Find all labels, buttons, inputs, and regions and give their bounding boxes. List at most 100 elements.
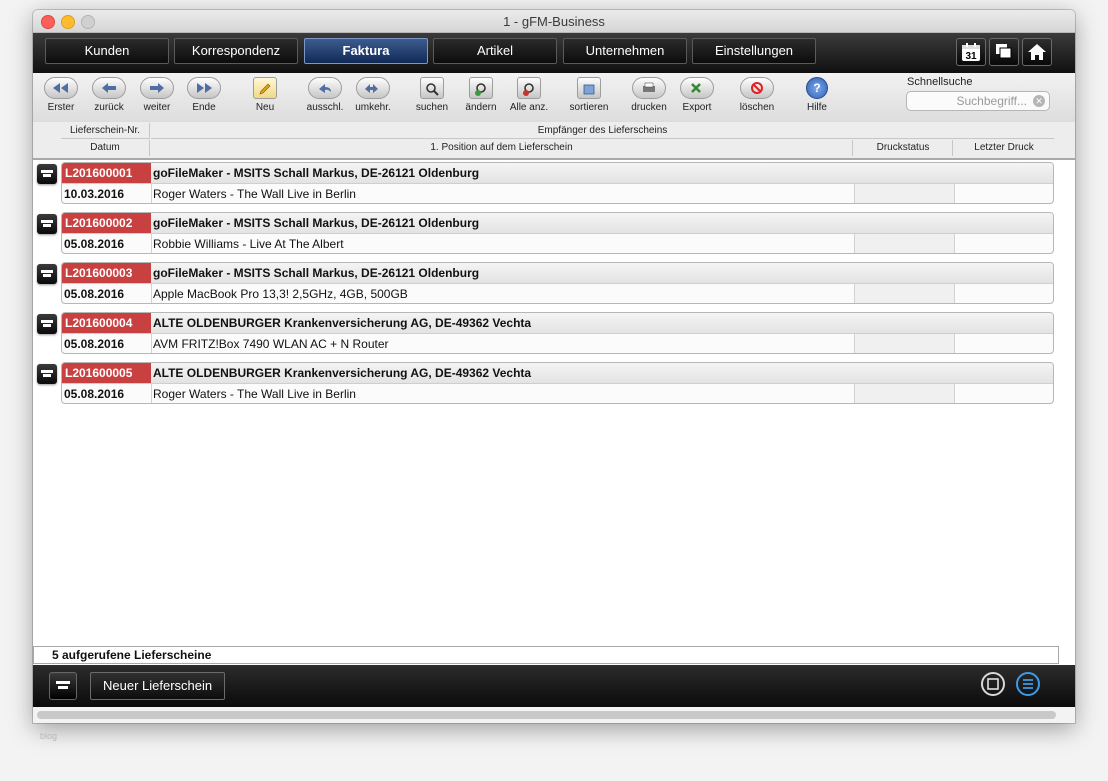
sort-label: sortieren — [569, 102, 609, 113]
menu-icon — [41, 220, 53, 223]
list-item[interactable]: L201600004 ALTE OLDENBURGER Krankenversi… — [33, 312, 1075, 356]
last-button[interactable]: Ende — [176, 77, 232, 113]
print-status-cell — [855, 284, 954, 303]
svg-text:?: ? — [813, 81, 820, 95]
watermark-text: blog — [40, 731, 58, 741]
record-id[interactable]: L201600001 — [62, 163, 151, 183]
export-icon — [680, 77, 714, 99]
tab-kunden[interactable]: Kunden — [45, 38, 169, 64]
record-date: 05.08.2016 — [64, 387, 125, 401]
modify-icon — [469, 77, 493, 99]
record-id[interactable]: L201600003 — [62, 263, 151, 283]
delete-button[interactable]: löschen — [729, 77, 785, 113]
menu-icon — [41, 170, 53, 173]
record-receiver: goFileMaker - MSITS Schall Markus, DE-26… — [153, 266, 480, 280]
window-title: 1 - gFM-Business — [503, 14, 605, 29]
quicksearch-box: ✕ — [906, 91, 1050, 111]
calendar-day: 31 — [965, 51, 977, 62]
sort-icon — [577, 77, 601, 99]
row-menu-button[interactable] — [37, 164, 57, 184]
quicksearch-input[interactable] — [915, 92, 1027, 110]
export-button[interactable]: Export — [669, 77, 725, 113]
record-box: L201600005 ALTE OLDENBURGER Krankenversi… — [61, 362, 1054, 404]
toolbar: Erster zurück weiter Ende Neu ausschl. u… — [33, 73, 1075, 124]
menu-icon — [41, 320, 53, 323]
record-id[interactable]: L201600004 — [62, 313, 151, 333]
column-header: Lieferschein-Nr. Empfänger des Liefersch… — [33, 122, 1075, 160]
col-print-status: Druckstatus — [854, 140, 953, 156]
first-icon — [44, 77, 78, 99]
record-id[interactable]: L201600005 — [62, 363, 151, 383]
col-date: Datum — [61, 140, 150, 156]
main-nav: Kunden Korrespondenz Faktura Artikel Unt… — [33, 33, 1075, 73]
row-menu-button[interactable] — [37, 264, 57, 284]
record-receiver: ALTE OLDENBURGER Krankenversicherung AG,… — [153, 316, 532, 330]
calendar-icon: 31 — [962, 43, 980, 62]
windows-icon — [996, 44, 1012, 59]
new-button[interactable]: Neu — [237, 77, 293, 113]
invert-button[interactable]: umkehr. — [345, 77, 401, 113]
record-box: L201600002 goFileMaker - MSITS Schall Ma… — [61, 212, 1054, 254]
windows-button[interactable] — [989, 38, 1019, 66]
tab-faktura[interactable]: Faktura — [304, 38, 428, 64]
menu-icon — [56, 681, 70, 684]
show-all-icon — [517, 77, 541, 99]
scroll-thumb[interactable] — [37, 711, 1056, 719]
new-label: Neu — [255, 102, 275, 113]
horizontal-scrollbar[interactable] — [33, 707, 1075, 723]
list-view-button[interactable] — [1016, 672, 1040, 696]
record-date: 10.03.2016 — [64, 187, 125, 201]
list-item[interactable]: L201600005 ALTE OLDENBURGER Krankenversi… — [33, 362, 1075, 406]
home-button[interactable] — [1022, 38, 1052, 66]
print-icon — [632, 77, 666, 99]
record-position: Apple MacBook Pro 13,3! 2,5GHz, 4GB, 500… — [153, 287, 408, 301]
form-view-icon — [987, 678, 999, 690]
print-status-cell — [855, 384, 954, 403]
record-id[interactable]: L201600002 — [62, 213, 151, 233]
record-receiver: goFileMaker - MSITS Schall Markus, DE-26… — [153, 166, 480, 180]
record-position: AVM FRITZ!Box 7490 WLAN AC + N Router — [153, 337, 389, 351]
list-view-icon — [1023, 679, 1033, 689]
delete-icon — [740, 77, 774, 99]
title-bar: 1 - gFM-Business — [33, 10, 1075, 33]
clear-search-icon[interactable]: ✕ — [1033, 95, 1045, 107]
record-box: L201600004 ALTE OLDENBURGER Krankenversi… — [61, 312, 1054, 354]
last-label: Ende — [192, 102, 216, 113]
show-all-button[interactable]: Alle anz. — [501, 77, 557, 113]
tab-unternehmen[interactable]: Unternehmen — [563, 38, 687, 64]
form-view-button[interactable] — [981, 672, 1005, 696]
search-button[interactable]: suchen — [404, 77, 460, 113]
row-menu-button[interactable] — [37, 314, 57, 334]
print-status-cell — [855, 184, 954, 203]
export-label: Export — [682, 102, 712, 113]
col-lieferschein-nr: Lieferschein-Nr. — [61, 123, 150, 139]
row-menu-button[interactable] — [37, 214, 57, 234]
list-item[interactable]: L201600001 goFileMaker - MSITS Schall Ma… — [33, 162, 1075, 206]
tab-einstellungen[interactable]: Einstellungen — [692, 38, 816, 64]
delete-label: löschen — [739, 102, 775, 113]
record-box: L201600003 goFileMaker - MSITS Schall Ma… — [61, 262, 1054, 304]
col-receiver: Empfänger des Lieferscheins — [151, 123, 1054, 139]
col-last-print: Letzter Druck — [974, 142, 1034, 153]
help-button[interactable]: ? Hilfe — [789, 77, 845, 113]
record-position: Roger Waters - The Wall Live in Berlin — [153, 187, 356, 201]
record-position: Robbie Williams - Live At The Albert — [153, 237, 344, 251]
invert-icon — [356, 77, 390, 99]
record-count-status: 5 aufgerufene Lieferscheine — [33, 646, 1059, 664]
new-icon — [253, 77, 277, 99]
list-menu-button[interactable] — [49, 672, 77, 700]
sort-button[interactable]: sortieren — [561, 77, 617, 113]
tab-artikel[interactable]: Artikel — [433, 38, 557, 64]
new-delivery-note-button[interactable]: Neuer Lieferschein — [90, 672, 226, 700]
record-list: L201600001 goFileMaker - MSITS Schall Ma… — [33, 162, 1075, 642]
list-item[interactable]: L201600002 goFileMaker - MSITS Schall Ma… — [33, 212, 1075, 256]
calendar-button[interactable]: 31 — [956, 38, 986, 66]
help-icon: ? — [806, 77, 828, 99]
tab-korrespondenz[interactable]: Korrespondenz — [174, 38, 298, 64]
app-window: 1 - gFM-Business Kunden Korrespondenz Fa… — [33, 10, 1075, 723]
row-menu-button[interactable] — [37, 364, 57, 384]
list-item[interactable]: L201600003 goFileMaker - MSITS Schall Ma… — [33, 262, 1075, 306]
print-status-cell — [855, 234, 954, 253]
exclude-icon — [308, 77, 342, 99]
record-position: Roger Waters - The Wall Live in Berlin — [153, 387, 356, 401]
